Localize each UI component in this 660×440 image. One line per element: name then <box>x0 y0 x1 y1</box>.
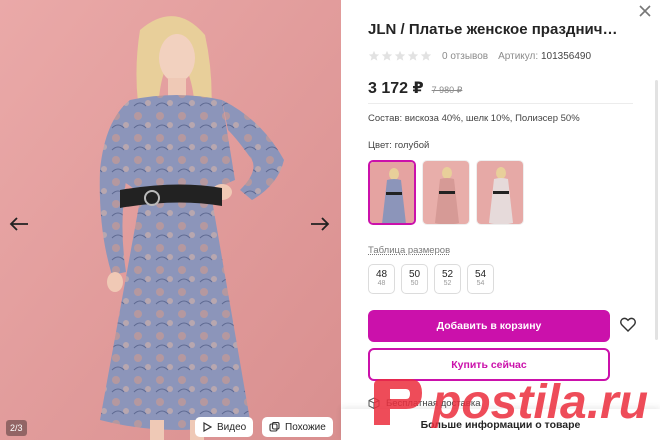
prev-image-arrow-icon[interactable] <box>5 210 33 238</box>
size-ru: 48 <box>377 280 386 287</box>
size-value: 52 <box>441 269 454 280</box>
star-icon <box>420 50 432 61</box>
product-photo <box>0 0 341 440</box>
delivery-label: Бесплатная доставка <box>386 397 481 409</box>
color-swatch-pink[interactable] <box>422 160 470 225</box>
image-counter: 2/3 <box>6 420 27 436</box>
size-table-link[interactable]: Таблица размеров <box>368 245 450 256</box>
size-value: 50 <box>408 269 421 280</box>
size-ru: 54 <box>476 280 485 287</box>
delivery-info: Бесплатная доставка <box>368 397 481 409</box>
size-option[interactable]: 50 50 <box>401 264 428 294</box>
color-label: Цвет: голубой <box>368 140 429 151</box>
color-swatches <box>368 160 524 225</box>
composition-text: Состав: вискоза 40%, шелк 10%, Полиэсер … <box>368 113 580 124</box>
divider <box>368 103 633 104</box>
size-selector: 48 48 50 50 52 52 54 54 <box>368 264 494 294</box>
article-value: 101356490 <box>540 50 592 62</box>
product-gallery: 2/3 Видео Похожие <box>0 0 341 440</box>
add-to-cart-button[interactable]: Добавить в корзину <box>368 310 610 342</box>
play-icon <box>203 422 212 432</box>
size-value: 48 <box>375 269 388 280</box>
star-icon <box>381 50 393 61</box>
size-ru: 50 <box>410 280 419 287</box>
price-row: 3 172 ₽ 7 980 ₽ <box>368 78 462 98</box>
close-icon[interactable] <box>638 4 654 20</box>
old-price: 7 980 ₽ <box>431 85 463 95</box>
article-label: Артикул: <box>498 50 539 62</box>
star-icon <box>394 50 406 61</box>
next-image-arrow-icon[interactable] <box>306 210 334 238</box>
size-option[interactable]: 48 48 <box>368 264 395 294</box>
panel-scrollbar[interactable] <box>655 80 658 340</box>
favorite-heart-icon[interactable] <box>620 317 638 335</box>
current-price: 3 172 ₽ <box>368 80 424 97</box>
color-value: голубой <box>394 140 430 151</box>
color-swatch-white[interactable] <box>476 160 524 225</box>
similar-label: Похожие <box>285 421 326 433</box>
size-option[interactable]: 54 54 <box>467 264 494 294</box>
buy-now-button[interactable]: Купить сейчас <box>368 348 610 381</box>
color-swatch-blue[interactable] <box>368 160 416 225</box>
size-value: 54 <box>474 269 487 280</box>
size-option[interactable]: 52 52 <box>434 264 461 294</box>
star-icon <box>407 50 419 61</box>
similar-icon <box>269 421 280 432</box>
video-label: Видео <box>217 421 247 433</box>
reviews-count[interactable]: 0 отзывов <box>442 51 488 62</box>
rating-stars <box>368 50 432 62</box>
star-icon <box>368 50 380 61</box>
product-details-panel: JLN / Платье женское празднич… 0 отзывов… <box>341 0 660 440</box>
box-icon <box>368 397 380 409</box>
rating-row: 0 отзывов Артикул: 101356490 <box>368 50 591 62</box>
product-title: JLN / Платье женское празднич… <box>368 21 618 38</box>
video-button[interactable]: Видео <box>195 417 254 437</box>
similar-button[interactable]: Похожие <box>262 417 333 437</box>
size-ru: 52 <box>443 280 452 287</box>
color-label-text: Цвет: <box>368 140 392 151</box>
more-info-button[interactable]: Больше информации о товаре <box>341 409 660 440</box>
